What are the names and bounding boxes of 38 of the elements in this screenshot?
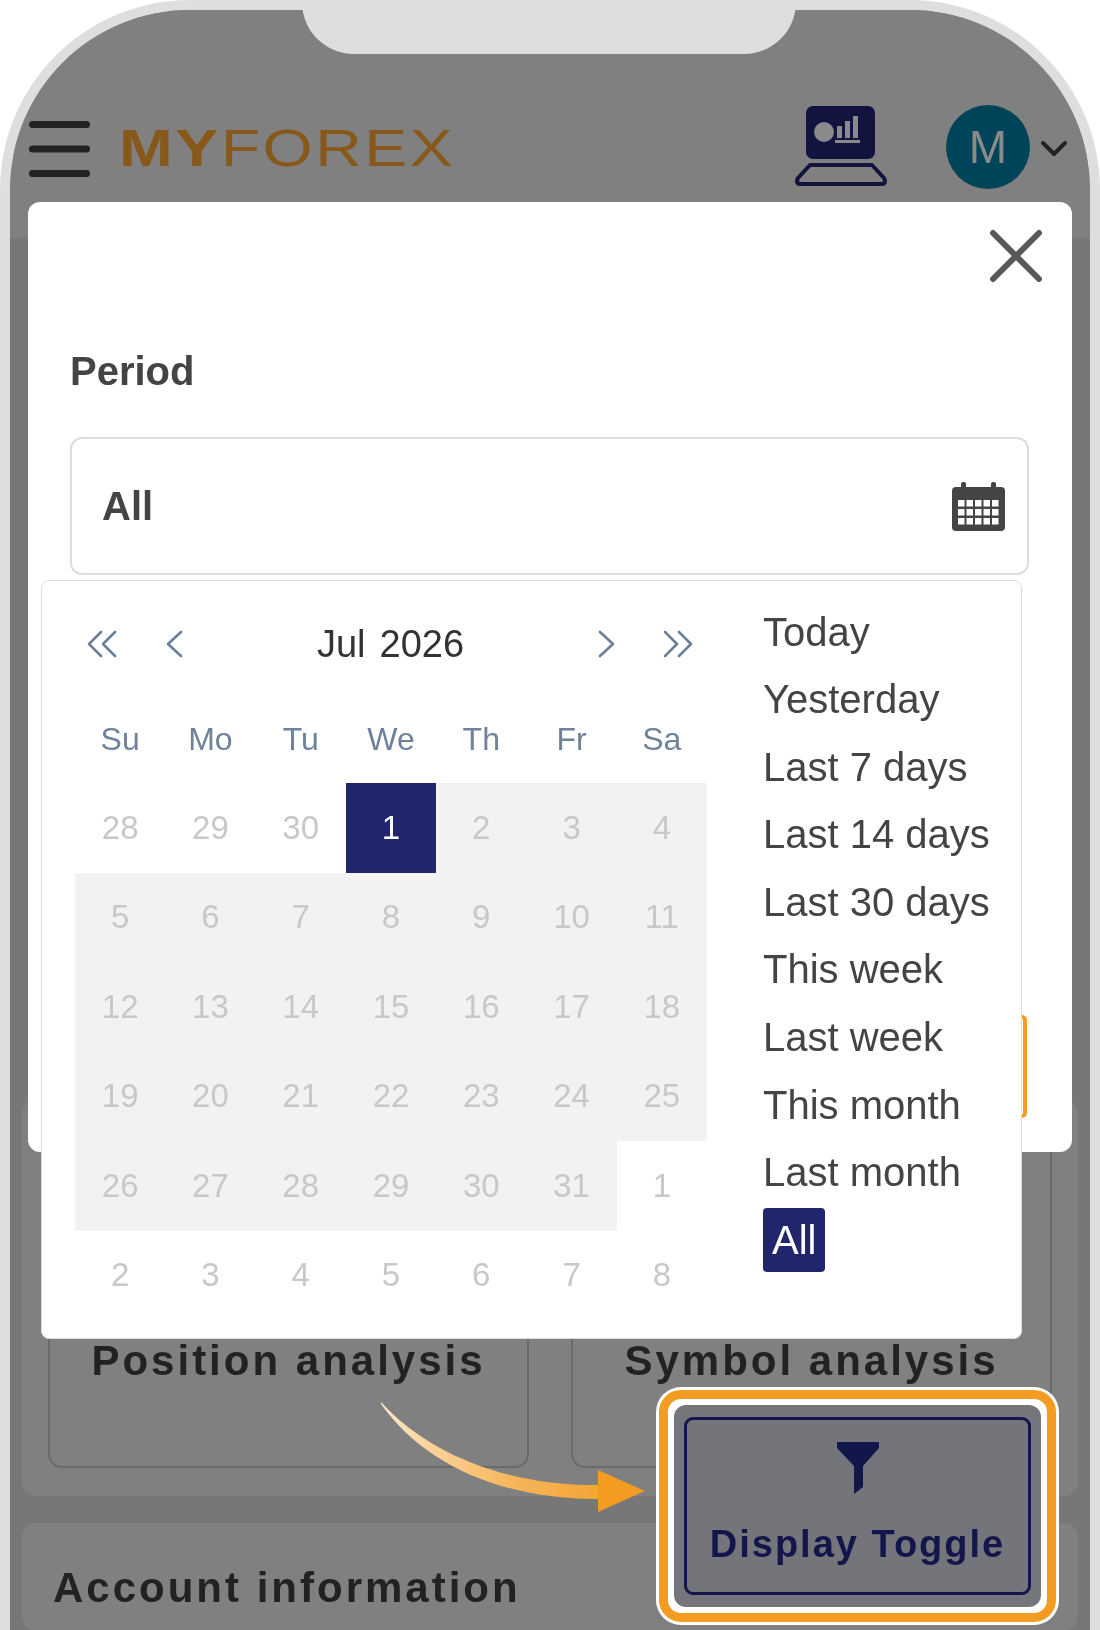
preset-option[interactable]: Last week (763, 1005, 944, 1070)
card-title: Position analysis (91, 1340, 486, 1382)
weekday-label: Th (462, 720, 500, 759)
weekday-label: Su (100, 720, 140, 759)
preset-option[interactable]: Last 14 days (763, 802, 990, 867)
month-button[interactable]: Jul (316, 621, 366, 667)
laptop-chart-icon[interactable] (793, 106, 889, 188)
calendar-icon[interactable] (952, 481, 1005, 531)
chevron-left-icon[interactable] (165, 630, 183, 658)
card-title: Symbol analysis (624, 1340, 999, 1382)
chevron-right-icon[interactable] (598, 630, 616, 658)
weekday-label: Tu (282, 720, 319, 759)
weekday-label: Mo (188, 720, 233, 759)
preset-option[interactable]: This month (763, 1072, 961, 1137)
weekday-label: We (367, 720, 415, 759)
preset-option[interactable]: Yesterday (763, 667, 940, 732)
preset-option[interactable]: All (763, 1207, 826, 1272)
preset-option[interactable]: Today (763, 599, 870, 664)
day-cell[interactable]: 1 (345, 783, 437, 873)
preset-option[interactable]: This week (763, 937, 944, 1002)
filter-icon (836, 1442, 879, 1494)
year-button[interactable]: 2026 (379, 621, 465, 667)
section-title: Account information (53, 1567, 521, 1609)
field-label: Period (70, 348, 195, 395)
chevron-down-icon[interactable] (1040, 140, 1068, 158)
preset-option[interactable]: Last 7 days (763, 734, 968, 799)
period-field[interactable]: All (70, 437, 1029, 575)
display-toggle-button[interactable]: Display Toggle (684, 1417, 1031, 1595)
double-chevron-left-icon[interactable] (86, 630, 118, 658)
avatar[interactable]: M (946, 105, 1030, 189)
logo[interactable]: MYFOREX (119, 120, 456, 176)
preset-option[interactable]: Last 30 days (763, 869, 990, 934)
close-icon[interactable] (989, 229, 1043, 283)
menu-icon[interactable] (29, 121, 90, 177)
double-chevron-right-icon[interactable] (662, 630, 694, 658)
weekday-label: Sa (642, 720, 682, 759)
weekday-label: Fr (556, 720, 587, 759)
preset-option[interactable]: Last month (763, 1140, 961, 1205)
